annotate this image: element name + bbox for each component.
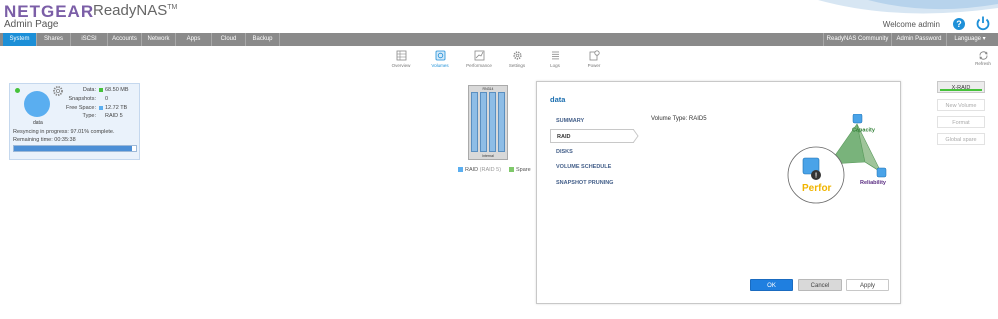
xraid-status-bar [940,89,982,91]
refresh-icon [979,51,987,60]
refresh-label: Refresh [975,61,991,66]
volume-type: Volume Type: RAID5 [651,116,707,122]
resync-progress-bar [13,145,137,152]
gear-icon[interactable] [52,85,64,97]
subnav-label: Volumes [431,63,449,68]
free-swatch [99,105,103,110]
tab-volume-schedule[interactable]: VOLUME SCHEDULE [550,160,634,174]
main-nav: System Shares iSCSI Accounts Network App… [0,33,998,46]
enclosure-model: RN314 [482,87,494,91]
raid-swatch [458,167,463,173]
status-dot [15,88,20,93]
active-tab-arrow-icon [633,129,639,143]
cancel-button[interactable]: Cancel [798,279,842,291]
apply-button[interactable]: Apply [846,279,889,291]
volume-name: data [33,120,43,126]
progress-fill [14,146,133,151]
tab-snapshot-pruning[interactable]: SNAPSHOT PRUNING [550,176,634,190]
power-settings-icon [589,50,600,61]
resync-status: Resyncing in progress: 97.01% complete. [13,129,115,135]
disk-bay[interactable] [498,92,505,152]
nav-language[interactable]: Language ▾ [946,33,993,46]
dialog-title: data [550,95,566,104]
performance-icon [474,50,484,61]
nav-system[interactable]: System [3,33,37,46]
nav-readynas-community[interactable]: ReadyNAS Community [823,33,891,46]
nas-enclosure[interactable]: RN314 Internal [468,85,508,160]
settings-icon [512,51,522,60]
disk-bay[interactable] [489,92,496,152]
spare-swatch [509,167,514,173]
nav-iscsi[interactable]: iSCSI [71,33,108,46]
disk-bay[interactable] [480,92,487,152]
remaining-time: Remaining time: 00:35:38 [13,137,76,143]
nav-backup[interactable]: Backup [246,33,280,46]
help-icon[interactable]: ? [953,18,965,30]
data-swatch [99,87,103,92]
raid-tradeoff-diagram: ! Capacity Reliability Perfor [787,114,887,204]
tab-disks[interactable]: DISKS [550,145,634,159]
disk-bay[interactable] [471,92,478,152]
new-volume-button[interactable]: New Volume [937,99,985,111]
reliability-label: Reliability [860,180,887,186]
volumes-icon [435,50,445,61]
subnav-settings[interactable]: Settings [502,50,532,68]
subnav-label: Overview [391,63,411,68]
tab-summary[interactable]: SUMMARY [550,114,634,128]
subnav-label: Performance [466,63,492,68]
subnav-volumes[interactable]: Volumes [425,50,455,68]
legend-raid: RAID (RAID 5) [458,167,501,173]
nav-apps[interactable]: Apps [176,33,212,46]
nav-admin-password[interactable]: Admin Password [891,33,946,46]
subnav-power[interactable]: Power [579,50,609,68]
overview-icon [396,50,406,61]
volume-settings-dialog: data SUMMARY RAID DISKS VOLUME SCHEDULE … [536,81,901,304]
svg-text:!: ! [815,173,817,180]
subnav-label: Power [587,63,601,68]
welcome-text: Welcome admin [882,20,940,29]
subnav-overview[interactable]: Overview [386,50,416,68]
nav-cloud[interactable]: Cloud [212,33,246,46]
subnav-label: Settings [508,63,526,68]
ok-button[interactable]: OK [750,279,793,291]
capacity-label: Capacity [852,128,876,134]
page-subtitle: Admin Page [4,19,59,30]
logs-icon [551,51,559,60]
legend-spare: Spare [509,167,531,173]
performance-label: Perfor [802,183,832,194]
nav-shares[interactable]: Shares [37,33,71,46]
global-spare-button[interactable]: Global spare [937,133,985,145]
header-swoosh-icon [818,0,998,14]
header: NETGEAR ReadyNASTM Admin Page Welcome ad… [0,0,998,33]
enclosure-label: Internal [482,154,494,158]
subnav-label: Logs [550,63,560,68]
refresh-button[interactable]: Refresh [971,50,995,66]
nav-network[interactable]: Network [142,33,176,46]
volume-usage-chart [24,91,50,117]
nav-accounts[interactable]: Accounts [108,33,142,46]
product-name: ReadyNASTM [93,2,178,19]
subnav-logs[interactable]: Logs [540,50,570,68]
tab-raid[interactable]: RAID [550,129,634,143]
format-button[interactable]: Format [937,116,985,128]
volume-card[interactable]: data Data: 68.50 MB Snapshots: 0 Free Sp… [9,83,140,160]
xraid-button[interactable]: X-RAID [937,81,985,93]
power-icon[interactable] [975,15,991,31]
subnav-performance[interactable]: Performance [464,50,494,68]
